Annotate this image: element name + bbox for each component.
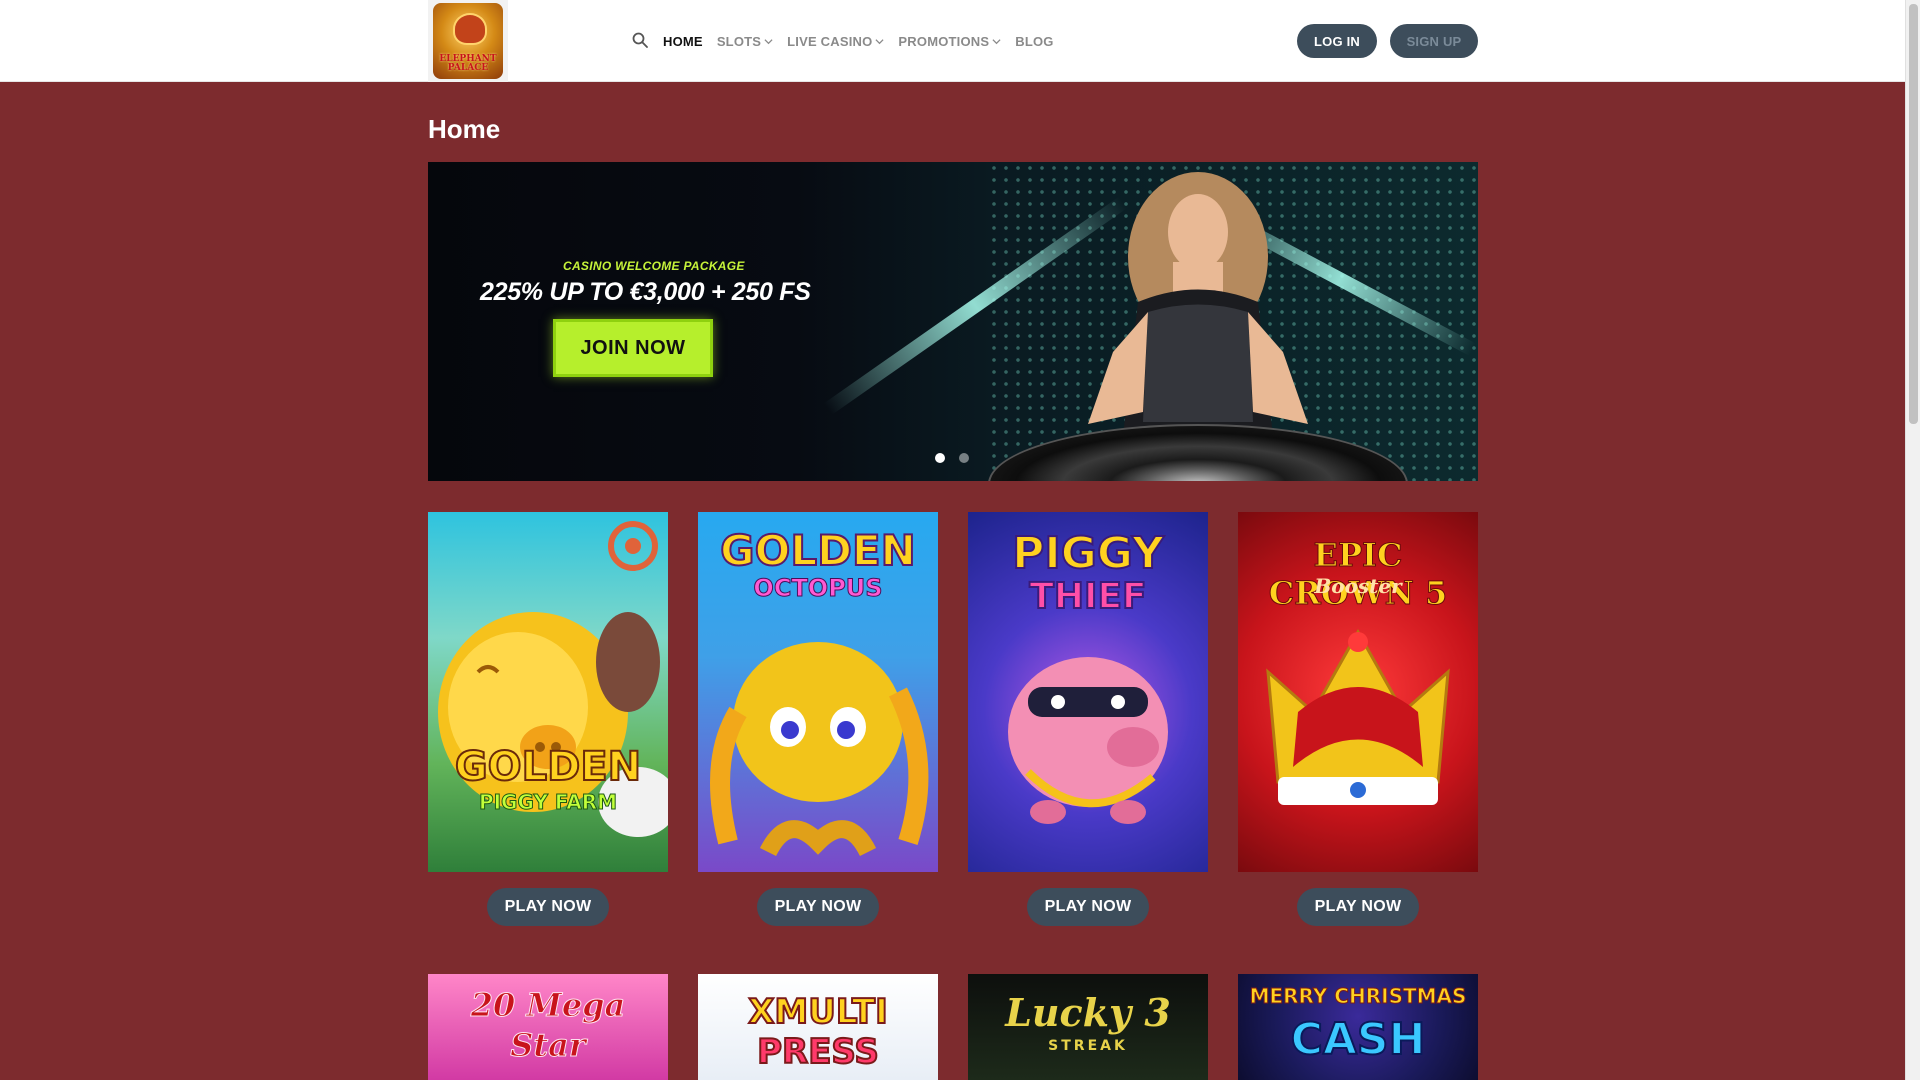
- join-now-button[interactable]: JOIN NOW: [553, 319, 713, 377]
- login-button[interactable]: LOG IN: [1297, 24, 1377, 58]
- game-title-line2: OCTOPUS: [753, 574, 883, 603]
- game-card[interactable]: MERRY CHRISTMAS CASH: [1238, 974, 1478, 1080]
- game-title-line1: PIGGY: [1011, 527, 1165, 580]
- nav-item-label: HOME: [663, 33, 703, 49]
- game-title-line1: GOLDEN: [719, 525, 917, 576]
- page-title: Home: [428, 114, 501, 144]
- game-card[interactable]: PIGGY THIEF: [968, 512, 1208, 872]
- golden-piggy-farm-art: [438, 521, 668, 837]
- game-title-line2: CASH: [1290, 1013, 1427, 1066]
- banner-eyebrow: CASINO WELCOME PACKAGE: [563, 259, 745, 273]
- nav-item-label: PROMOTIONS: [898, 33, 990, 49]
- game-title-line2: Star: [510, 1026, 586, 1065]
- game-title-line1: MERRY CHRISTMAS: [1249, 984, 1467, 1009]
- game-title-line2: STREAK: [1048, 1038, 1128, 1054]
- game-title-line1: 20 Mega: [470, 986, 626, 1025]
- slider-dot[interactable]: [959, 453, 969, 463]
- game-title-line2: PIGGY FARM: [478, 790, 618, 815]
- play-now-button[interactable]: PLAY NOW: [487, 888, 609, 926]
- game-card[interactable]: XMULTI PRESS: [698, 974, 938, 1080]
- chevron-down-icon: [764, 38, 773, 44]
- logo-text: ELEPHANT PALACE: [439, 54, 497, 73]
- nav-item-live-casino[interactable]: LIVE CASINO: [787, 34, 884, 49]
- game-card[interactable]: EPIC CROWN 5 Booster: [1238, 512, 1478, 872]
- search-icon[interactable]: [632, 32, 648, 48]
- nav-item-label: SLOTS: [716, 33, 762, 49]
- play-now-button[interactable]: PLAY NOW: [757, 888, 879, 926]
- play-now-button[interactable]: PLAY NOW: [1027, 888, 1149, 926]
- game-title-line1: Lucky 3: [1005, 990, 1171, 1035]
- nav-item-slots[interactable]: SLOTS: [717, 34, 773, 49]
- game-title-line2: Booster: [1314, 574, 1402, 598]
- chevron-down-icon: [992, 38, 1001, 44]
- main-nav: HOME SLOTS LIVE CASINO PROMOTIONS BLOG: [663, 0, 1068, 82]
- site-header: ELEPHANT PALACE HOME SLOTS LIVE CASINO P…: [0, 0, 1905, 82]
- nav-item-blog[interactable]: BLOG: [1015, 34, 1053, 49]
- game-title-line2: THIEF: [1028, 575, 1147, 618]
- slider-dot[interactable]: [935, 453, 945, 463]
- game-card[interactable]: GOLDEN OCTOPUS: [698, 512, 938, 872]
- nav-item-label: BLOG: [1015, 33, 1054, 49]
- banner-headline: 225% UP TO €3,000 + 250 FS: [480, 278, 811, 306]
- game-title-line1: GOLDEN: [454, 743, 642, 791]
- scrollbar-thumb[interactable]: [1909, 4, 1918, 424]
- game-title-line2: PRESS: [756, 1031, 880, 1073]
- chevron-down-icon: [875, 38, 884, 44]
- game-card[interactable]: Lucky 3 STREAK: [968, 974, 1208, 1080]
- nav-item-label: LIVE CASINO: [787, 33, 873, 49]
- slider-dots: [935, 453, 969, 463]
- game-card[interactable]: GOLDEN PIGGY FARM: [428, 512, 668, 872]
- game-title-line1: XMULTI: [747, 991, 889, 1033]
- nav-item-promotions[interactable]: PROMOTIONS: [898, 34, 1001, 49]
- signup-button[interactable]: SIGN UP: [1390, 24, 1478, 58]
- site-logo[interactable]: ELEPHANT PALACE: [428, 0, 508, 82]
- page-scrollbar[interactable]: [1905, 0, 1920, 1080]
- nav-item-home[interactable]: HOME: [663, 34, 703, 49]
- play-now-button[interactable]: PLAY NOW: [1297, 888, 1419, 926]
- elephant-logo-icon: ELEPHANT PALACE: [433, 3, 503, 79]
- game-card[interactable]: 20 Mega Star: [428, 974, 668, 1080]
- promo-banner[interactable]: CASINO WELCOME PACKAGE 225% UP TO €3,000…: [428, 162, 1478, 481]
